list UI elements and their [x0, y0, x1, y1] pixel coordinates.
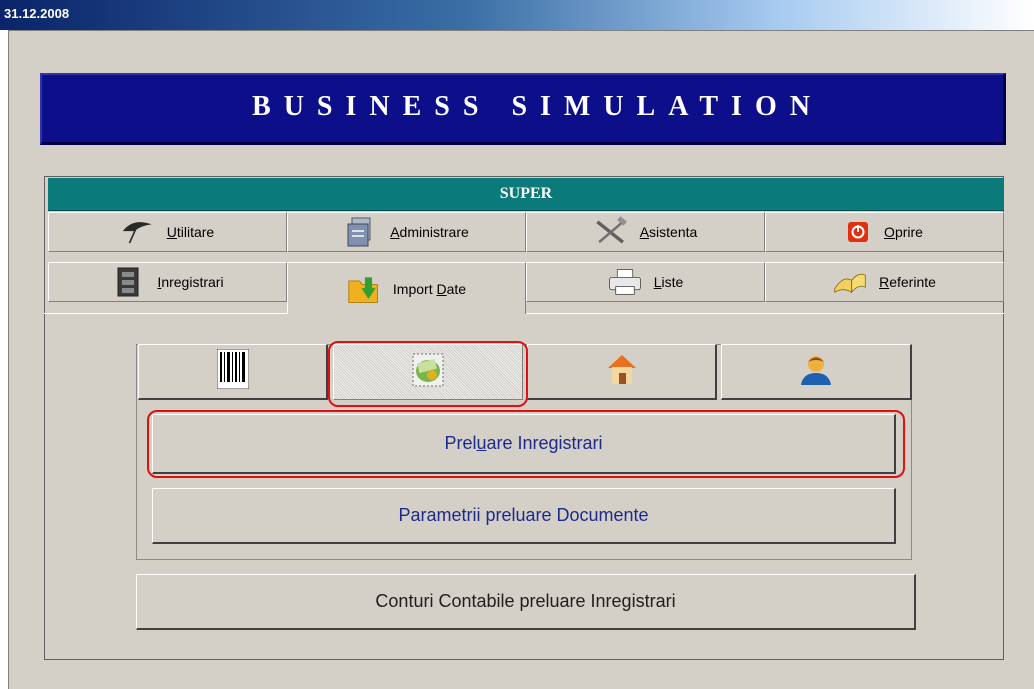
tab-label: Administrare	[390, 224, 469, 240]
app-banner: BUSINESS SIMULATION	[40, 73, 1006, 145]
subtab-person[interactable]	[721, 344, 912, 400]
button-label: Parametrii preluare Documente	[398, 505, 649, 525]
title-bar: 31.12.2008	[0, 0, 1034, 30]
tab-import-date[interactable]: Import Date	[287, 262, 526, 314]
tab-label: Utilitare	[166, 224, 215, 240]
book-icon	[833, 267, 867, 297]
house-icon	[606, 352, 638, 391]
window-title-date: 31.12.2008	[4, 6, 70, 21]
tab-label: Asistenta	[639, 224, 698, 240]
tab-asistenta[interactable]: Asistenta	[526, 212, 765, 252]
tab-oprire[interactable]: Oprire	[765, 212, 1004, 252]
subtab-barcode[interactable]	[138, 344, 328, 400]
tab-label: Inregistrari	[157, 274, 224, 290]
files-icon	[344, 217, 378, 247]
section-title: SUPER	[499, 185, 553, 202]
tab-label: Oprire	[884, 224, 923, 240]
tab-referinte[interactable]: Referinte	[765, 262, 1004, 302]
conturi-contabile-button[interactable]: Conturi Contabile preluare Inregistrari	[136, 574, 916, 630]
person-icon	[799, 353, 833, 390]
tab-liste[interactable]: Liste	[526, 262, 765, 302]
tab-label: Liste	[653, 274, 684, 290]
barcode-icon	[216, 348, 249, 394]
tab-label: Import Date	[392, 280, 467, 297]
button-label: Preluare Inregistrari	[444, 433, 603, 453]
tools-icon	[594, 216, 628, 247]
subtab-house[interactable]	[527, 344, 717, 400]
tab-administrare[interactable]: Administrare	[287, 212, 526, 252]
tab-label: Referinte	[879, 274, 936, 290]
money-icon	[412, 353, 444, 392]
preluare-inregistrari-button[interactable]: Preluare Inregistrari	[152, 414, 896, 474]
tab-utilitare[interactable]: Utilitare	[48, 212, 287, 252]
section-header: SUPER	[48, 178, 1004, 211]
cabinet-icon	[111, 267, 145, 297]
tab-inregistrari[interactable]: Inregistrari	[48, 262, 287, 302]
subtab-money[interactable]	[333, 344, 523, 400]
parametrii-preluare-button[interactable]: Parametrii preluare Documente	[152, 488, 896, 544]
button-label: Conturi Contabile preluare Inregistrari	[375, 591, 676, 611]
banner-title: BUSINESS SIMULATION	[252, 91, 823, 122]
printer-icon	[608, 267, 642, 297]
power-icon	[846, 217, 870, 247]
folder-import-icon	[347, 274, 381, 304]
umbrella-icon	[121, 217, 155, 247]
